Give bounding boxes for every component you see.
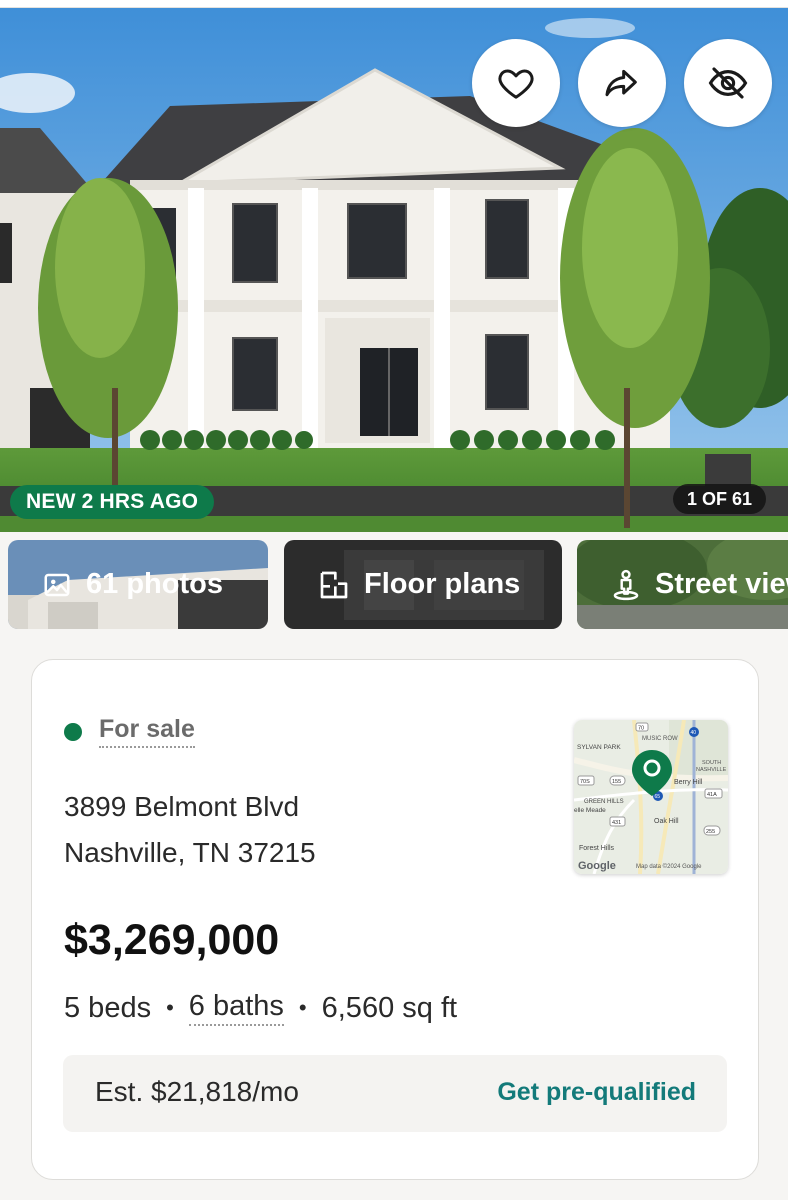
beds-count: 5 beds — [64, 991, 152, 1024]
shield-70s: 70S — [580, 779, 590, 785]
map-thumbnail[interactable]: MUSIC ROW SYLVAN PARK SOUTH NASHVILLE Be… — [574, 720, 728, 874]
share-button[interactable] — [578, 39, 666, 127]
shield-431: 431 — [612, 820, 621, 826]
status-dot-icon — [64, 722, 82, 741]
listing-status[interactable]: For sale — [64, 715, 195, 748]
share-arrow-icon — [605, 69, 637, 97]
photos-tile-label: 61 photos — [86, 568, 223, 600]
heart-icon — [498, 69, 534, 99]
eye-slash-icon — [708, 67, 748, 99]
map-label-green-hills: GREEN HILLS — [584, 799, 624, 805]
facts-separator: • — [298, 995, 307, 1020]
image-icon — [44, 573, 70, 596]
map-label-sylvan-park: SYLVAN PARK — [577, 744, 621, 751]
map-label-berry-hill: Berry Hill — [674, 779, 703, 786]
shield-155: 155 — [612, 779, 621, 785]
shield-255: 255 — [706, 829, 715, 835]
hide-button[interactable] — [684, 39, 772, 127]
baths-count[interactable]: 6 baths — [188, 990, 284, 1026]
map-label-forest-hills: Forest Hills — [579, 845, 615, 852]
map-label-nashville: NASHVILLE — [696, 767, 727, 773]
hero-photo[interactable]: NEW 2 HRS AGO 1 OF 61 — [0, 8, 788, 532]
shield-41a: 41A — [707, 792, 717, 798]
estimated-payment-box: Est. $21,818/mo Get pre-qualified — [63, 1055, 727, 1132]
map-image: MUSIC ROW SYLVAN PARK SOUTH NASHVILLE Be… — [574, 720, 728, 874]
house-photo — [0, 8, 788, 532]
shield-40: 40 — [691, 730, 697, 736]
get-prequalified-link[interactable]: Get pre-qualified — [497, 1078, 696, 1107]
new-listing-badge: NEW 2 HRS AGO — [10, 485, 215, 519]
shield-70: 70 — [638, 726, 644, 732]
street-view-tile-label: Street view — [655, 568, 788, 600]
sqft-value: 6,560 sq ft — [321, 991, 458, 1024]
street-view-pegman-icon — [613, 569, 639, 600]
address-street: 3899 Belmont Blvd — [64, 791, 300, 822]
save-button[interactable] — [472, 39, 560, 127]
map-label-belle-meade: elle Meade — [574, 807, 606, 814]
google-logo: Google — [578, 860, 616, 872]
estimated-payment[interactable]: Est. $21,818/mo — [95, 1076, 299, 1108]
map-label-south: SOUTH — [702, 760, 721, 766]
address-city: Nashville, TN 37215 — [64, 837, 316, 868]
facts-separator: • — [166, 995, 174, 1020]
map-label-music-row: MUSIC ROW — [642, 736, 678, 742]
floor-plans-tile-label: Floor plans — [364, 568, 521, 600]
media-tiles-row: 61 photos Floor plans Street vie — [0, 540, 788, 630]
listing-facts: 5 beds • 6 baths • 6,560 sq ft — [64, 990, 457, 1026]
listing-price: $3,269,000 — [64, 916, 280, 964]
floor-plan-icon — [320, 571, 348, 598]
shield-65: 65 — [655, 794, 661, 800]
street-view-tile[interactable]: Street view — [577, 540, 788, 629]
listing-summary-card: For sale 3899 Belmont Blvd Nashville, TN… — [31, 659, 759, 1180]
map-attribution: Map data ©2024 Google — [636, 863, 702, 870]
photo-counter: 1 OF 61 — [673, 484, 767, 514]
address-block: 3899 Belmont Blvd Nashville, TN 37215 — [64, 784, 316, 876]
photos-tile[interactable]: 61 photos — [8, 540, 268, 629]
floor-plans-tile[interactable]: Floor plans — [284, 540, 562, 629]
top-divider — [0, 0, 788, 8]
map-label-oak-hill: Oak Hill — [654, 818, 679, 825]
status-label: For sale — [99, 715, 195, 748]
